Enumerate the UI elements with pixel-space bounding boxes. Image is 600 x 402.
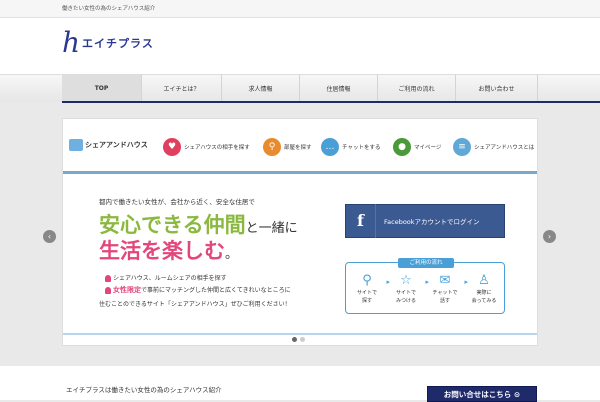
slider-dot-2[interactable] bbox=[300, 337, 305, 342]
chat-icon: ✉ bbox=[439, 273, 451, 288]
hero-headline-1-small: と一緒に bbox=[245, 221, 298, 236]
layers-icon: ≡ bbox=[453, 138, 471, 156]
logo-mark: h bbox=[62, 26, 81, 59]
menu-find-partner[interactable]: ♥ シェアハウスの相手を探す bbox=[163, 138, 250, 156]
usage-flow-title: ご利用の流れ bbox=[398, 258, 454, 268]
people-icon: ♙ bbox=[478, 273, 490, 288]
menu-chat[interactable]: … チャットをする bbox=[321, 138, 380, 156]
star-icon: ☆ bbox=[400, 273, 412, 288]
intro-section: エイチプラスは働きたい女性の為のシェアハウス紹介 お問い合せはこちら ⊙ bbox=[0, 366, 600, 402]
flow-step-label: 話す bbox=[439, 298, 450, 304]
flow-step-chat: ✉ チャットで 話す ▸ bbox=[428, 273, 468, 305]
facebook-icon: f bbox=[346, 204, 376, 238]
site-logo[interactable]: h エイチプラス bbox=[62, 28, 154, 58]
heart-icon: ♥ bbox=[163, 138, 181, 156]
service-menu-bar: シェアアンドハウス ♥ シェアハウスの相手を探す ⚲ 部屋を探す … チャットを… bbox=[63, 119, 537, 174]
women-only-label: 女性限定 bbox=[113, 286, 141, 294]
slider-next-button[interactable]: › bbox=[543, 230, 556, 243]
facebook-login-button[interactable]: f Facebookアカウントでログイン bbox=[345, 204, 505, 238]
chat-icon: … bbox=[321, 138, 339, 156]
main-nav: TOP エイチとは？ 求人情報 住居情報 ご利用の流れ お問い合わせ bbox=[0, 74, 600, 102]
site-header: h エイチプラス bbox=[0, 18, 600, 74]
flow-step-meet: ♙ 実際に 会ってみる bbox=[467, 273, 501, 305]
menu-mypage-label: マイページ bbox=[414, 145, 442, 151]
flow-step-label: みつける bbox=[395, 298, 416, 304]
hero-headline-2: 生活を楽しむ。 bbox=[99, 235, 238, 265]
hero-desc-1: シェアハウス、ルームシェアの相手を探す bbox=[105, 273, 227, 282]
menu-about-service[interactable]: ≡ シェアアンドハウスとは bbox=[453, 138, 534, 156]
nav-item-top[interactable]: TOP bbox=[62, 75, 142, 102]
nav-item-housing[interactable]: 住居情報 bbox=[300, 75, 378, 102]
slide-divider bbox=[63, 333, 537, 335]
usage-flow: ご利用の流れ ⚲ サイトで 探す ▸ ☆ サイトで みつける ▸ ✉ チャットで… bbox=[345, 258, 505, 314]
flow-step-search: ⚲ サイトで 探す ▸ bbox=[350, 273, 390, 305]
top-bar: 働きたい女性の為のシェアハウス紹介 bbox=[0, 0, 600, 18]
nav-item-about[interactable]: エイチとは？ bbox=[142, 75, 222, 102]
menu-find-partner-label: シェアハウスの相手を探す bbox=[184, 145, 250, 151]
hero-eyebrow: 都内で働きたい女性が、会社から近く、安全な住居で bbox=[99, 198, 255, 206]
flow-step-label: 会ってみる bbox=[471, 298, 497, 304]
flow-step-label: チャットで bbox=[432, 290, 458, 296]
hero-slider: シェアアンドハウス ♥ シェアハウスの相手を探す ⚲ 部屋を探す … チャットを… bbox=[62, 118, 538, 346]
hero-desc-3: 住むことのできるサイト「シェアアンドハウス」ぜひご利用ください！ bbox=[99, 301, 291, 308]
hero-desc-2-text: で事前にマッチングした仲間と広くてきれいなところに bbox=[141, 287, 291, 294]
search-icon: ⚲ bbox=[263, 138, 281, 156]
flow-step-label: サイトで bbox=[395, 290, 416, 296]
pin-icon bbox=[105, 287, 111, 294]
search-icon: ⚲ bbox=[362, 273, 372, 288]
hero-headline-2-small: 。 bbox=[225, 247, 239, 262]
menu-about-service-label: シェアアンドハウスとは bbox=[474, 145, 535, 151]
user-icon: ● bbox=[393, 138, 411, 156]
slider-prev-button[interactable]: ‹ bbox=[43, 230, 56, 243]
flow-step-label: 探す bbox=[361, 298, 372, 304]
service-brand-name: シェアアンドハウス bbox=[85, 141, 148, 149]
slider-pagination bbox=[292, 337, 308, 342]
nav-item-jobs[interactable]: 求人情報 bbox=[222, 75, 300, 102]
hero-headline-1-main: 安心できる仲間 bbox=[99, 213, 246, 237]
flow-step-label: サイトで bbox=[356, 290, 377, 296]
pin-icon bbox=[105, 275, 111, 282]
nav-item-flow[interactable]: ご利用の流れ bbox=[378, 75, 456, 102]
menu-find-room[interactable]: ⚲ 部屋を探す bbox=[263, 138, 312, 156]
slider-dot-1[interactable] bbox=[292, 337, 297, 342]
hero-desc-2: 女性限定で事前にマッチングした仲間と広くてきれいなところに bbox=[105, 285, 291, 295]
menu-mypage[interactable]: ● マイページ bbox=[393, 138, 441, 156]
logo-text: エイチプラス bbox=[82, 37, 154, 50]
house-icon bbox=[69, 139, 83, 151]
service-brand: シェアアンドハウス bbox=[69, 139, 148, 151]
site-tagline: 働きたい女性の為のシェアハウス紹介 bbox=[62, 6, 156, 12]
nav-underline bbox=[62, 101, 600, 103]
flow-step-label: 実際に bbox=[476, 290, 492, 296]
nav-item-contact[interactable]: お問い合わせ bbox=[456, 75, 538, 102]
facebook-login-label: Facebookアカウントでログイン bbox=[384, 218, 480, 226]
menu-chat-label: チャットをする bbox=[342, 145, 381, 151]
intro-text: エイチプラスは働きたい女性の為のシェアハウス紹介 bbox=[66, 386, 222, 394]
hero-headline-2-main: 生活を楽しむ bbox=[99, 239, 225, 263]
flow-step-find: ☆ サイトで みつける ▸ bbox=[389, 273, 429, 305]
menu-find-room-label: 部屋を探す bbox=[284, 145, 312, 151]
hero-desc-1-text: シェアハウス、ルームシェアの相手を探す bbox=[113, 275, 227, 282]
